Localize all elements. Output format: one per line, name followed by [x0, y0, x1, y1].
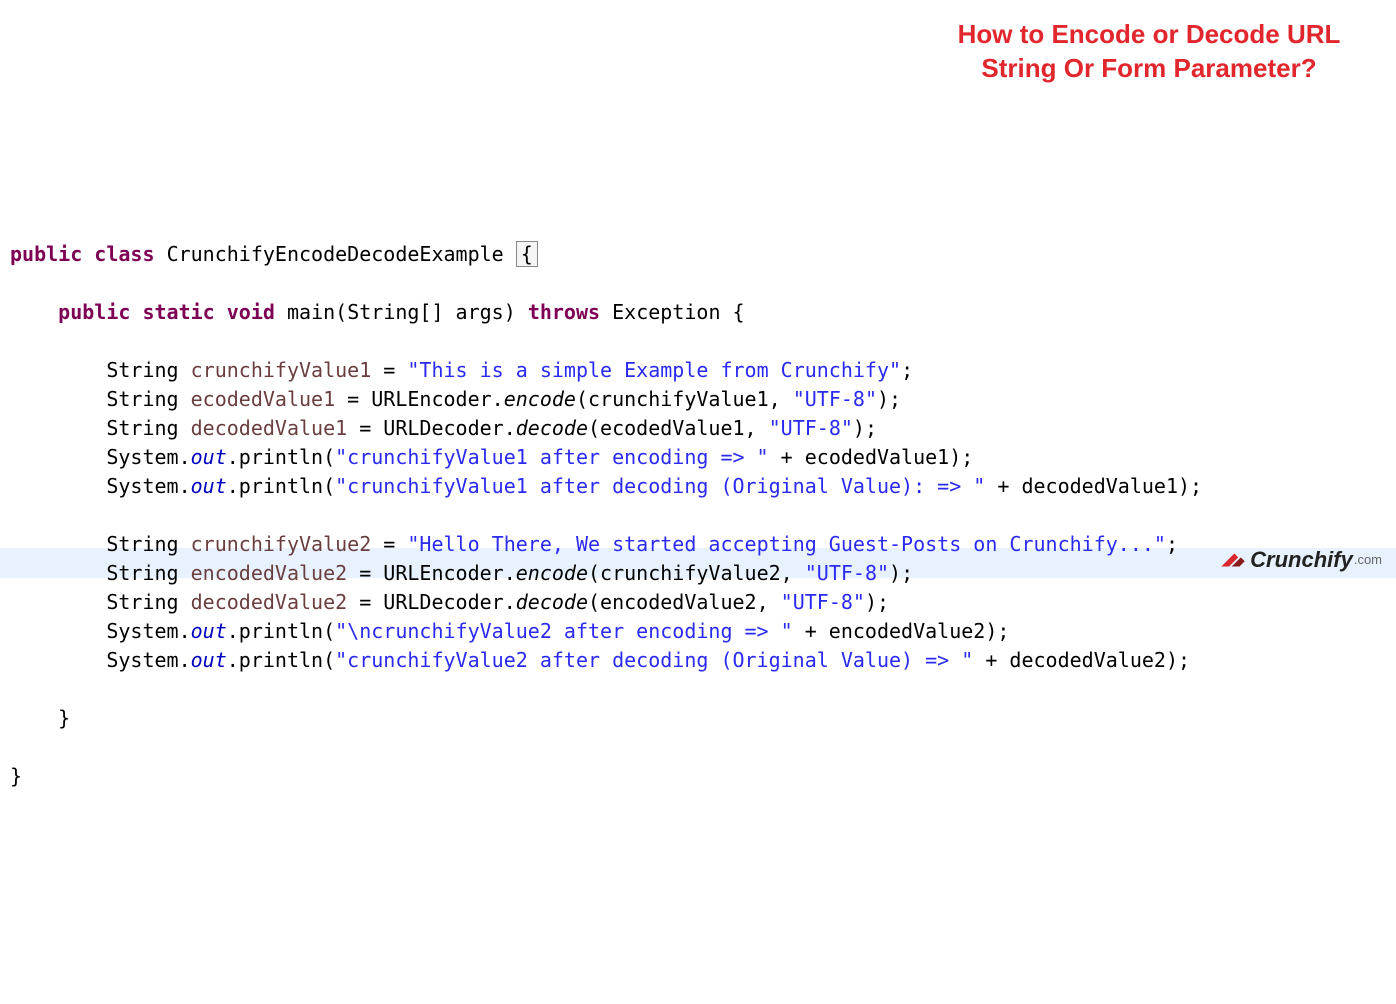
str-p1: "crunchifyValue1 after encoding => " [335, 445, 768, 469]
type-string: String [106, 416, 178, 440]
brand-tld: .com [1354, 551, 1382, 570]
urlencoder: URLEncoder. [371, 387, 503, 411]
plus-ec1: + ecodedValue1); [769, 445, 974, 469]
type-string: String [106, 358, 178, 382]
str-utf8: "UTF-8" [781, 590, 865, 614]
eq: = [371, 532, 407, 556]
code-block: public class CrunchifyEncodeDecodeExampl… [0, 232, 1396, 801]
var-dc2: decodedValue2 [191, 590, 348, 614]
plus-dc2: + decodedValue2); [973, 648, 1190, 672]
out: out [191, 474, 227, 498]
brand-text: Crunchify [1250, 544, 1353, 576]
str-utf8: "UTF-8" [793, 387, 877, 411]
brace-close: } [10, 764, 22, 788]
system: System. [106, 445, 190, 469]
eq: = [347, 416, 383, 440]
close-paren: ); [889, 561, 913, 585]
close-paren: ); [865, 590, 889, 614]
str-cv2: "Hello There, We started accepting Guest… [407, 532, 1166, 556]
m-decode: decode [516, 416, 588, 440]
type-string: String [106, 590, 178, 614]
m-decode: decode [516, 590, 588, 614]
brace-open-box: { [516, 241, 538, 267]
kw-void: void [227, 300, 275, 324]
exc: Exception { [612, 300, 744, 324]
eq: = [347, 590, 383, 614]
println: .println( [227, 445, 335, 469]
eq: = [371, 358, 407, 382]
str-utf8: "UTF-8" [769, 416, 853, 440]
str-p4: "crunchifyValue2 after decoding (Origina… [335, 648, 973, 672]
str-utf8: "UTF-8" [805, 561, 889, 585]
kw-public: public [58, 300, 130, 324]
var-cv1: crunchifyValue1 [191, 358, 372, 382]
println: .println( [227, 619, 335, 643]
urldecoder: URLDecoder. [383, 590, 515, 614]
var-ec1: ecodedValue1 [191, 387, 336, 411]
urlencoder: URLEncoder. [383, 561, 515, 585]
out: out [191, 648, 227, 672]
var-cv2: crunchifyValue2 [191, 532, 372, 556]
kw-class: class [94, 242, 154, 266]
close-paren: ); [877, 387, 901, 411]
println: .println( [227, 648, 335, 672]
system: System. [106, 648, 190, 672]
m-encode: encode [516, 561, 588, 585]
crunchify-icon [1220, 549, 1246, 571]
heading-title: How to Encode or Decode URL String Or Fo… [934, 18, 1364, 86]
main-sig: main(String[] args) [287, 300, 516, 324]
println: .println( [227, 474, 335, 498]
urldecoder: URLDecoder. [383, 416, 515, 440]
system: System. [106, 619, 190, 643]
type-string: String [106, 532, 178, 556]
kw-throws: throws [528, 300, 600, 324]
str-p2: "crunchifyValue1 after decoding (Origina… [335, 474, 985, 498]
plus-dc1: + decodedValue1); [985, 474, 1202, 498]
str-cv1: "This is a simple Example from Crunchify… [407, 358, 901, 382]
semi: ; [1166, 532, 1178, 556]
m-encode: encode [504, 387, 576, 411]
type-string: String [106, 387, 178, 411]
eq: = [347, 561, 383, 585]
system: System. [106, 474, 190, 498]
kw-public: public [10, 242, 82, 266]
type-string: String [106, 561, 178, 585]
kw-static: static [142, 300, 214, 324]
var-en2: encodedValue2 [191, 561, 348, 585]
semi: ; [901, 358, 913, 382]
var-dc1: decodedValue1 [191, 416, 348, 440]
out: out [191, 445, 227, 469]
class-name: CrunchifyEncodeDecodeExample [167, 242, 504, 266]
brace-close: } [58, 706, 70, 730]
plus-en2: + encodedValue2); [793, 619, 1010, 643]
out: out [191, 619, 227, 643]
brand-logo: Crunchify.com [1220, 544, 1382, 576]
args-dec2: (encodedValue2, [588, 590, 781, 614]
args-enc2: (crunchifyValue2, [588, 561, 805, 585]
str-p3: "\ncrunchifyValue2 after encoding => " [335, 619, 793, 643]
close-paren: ); [853, 416, 877, 440]
args-dec1: (ecodedValue1, [588, 416, 769, 440]
eq: = [335, 387, 371, 411]
args-enc1: (crunchifyValue1, [576, 387, 793, 411]
